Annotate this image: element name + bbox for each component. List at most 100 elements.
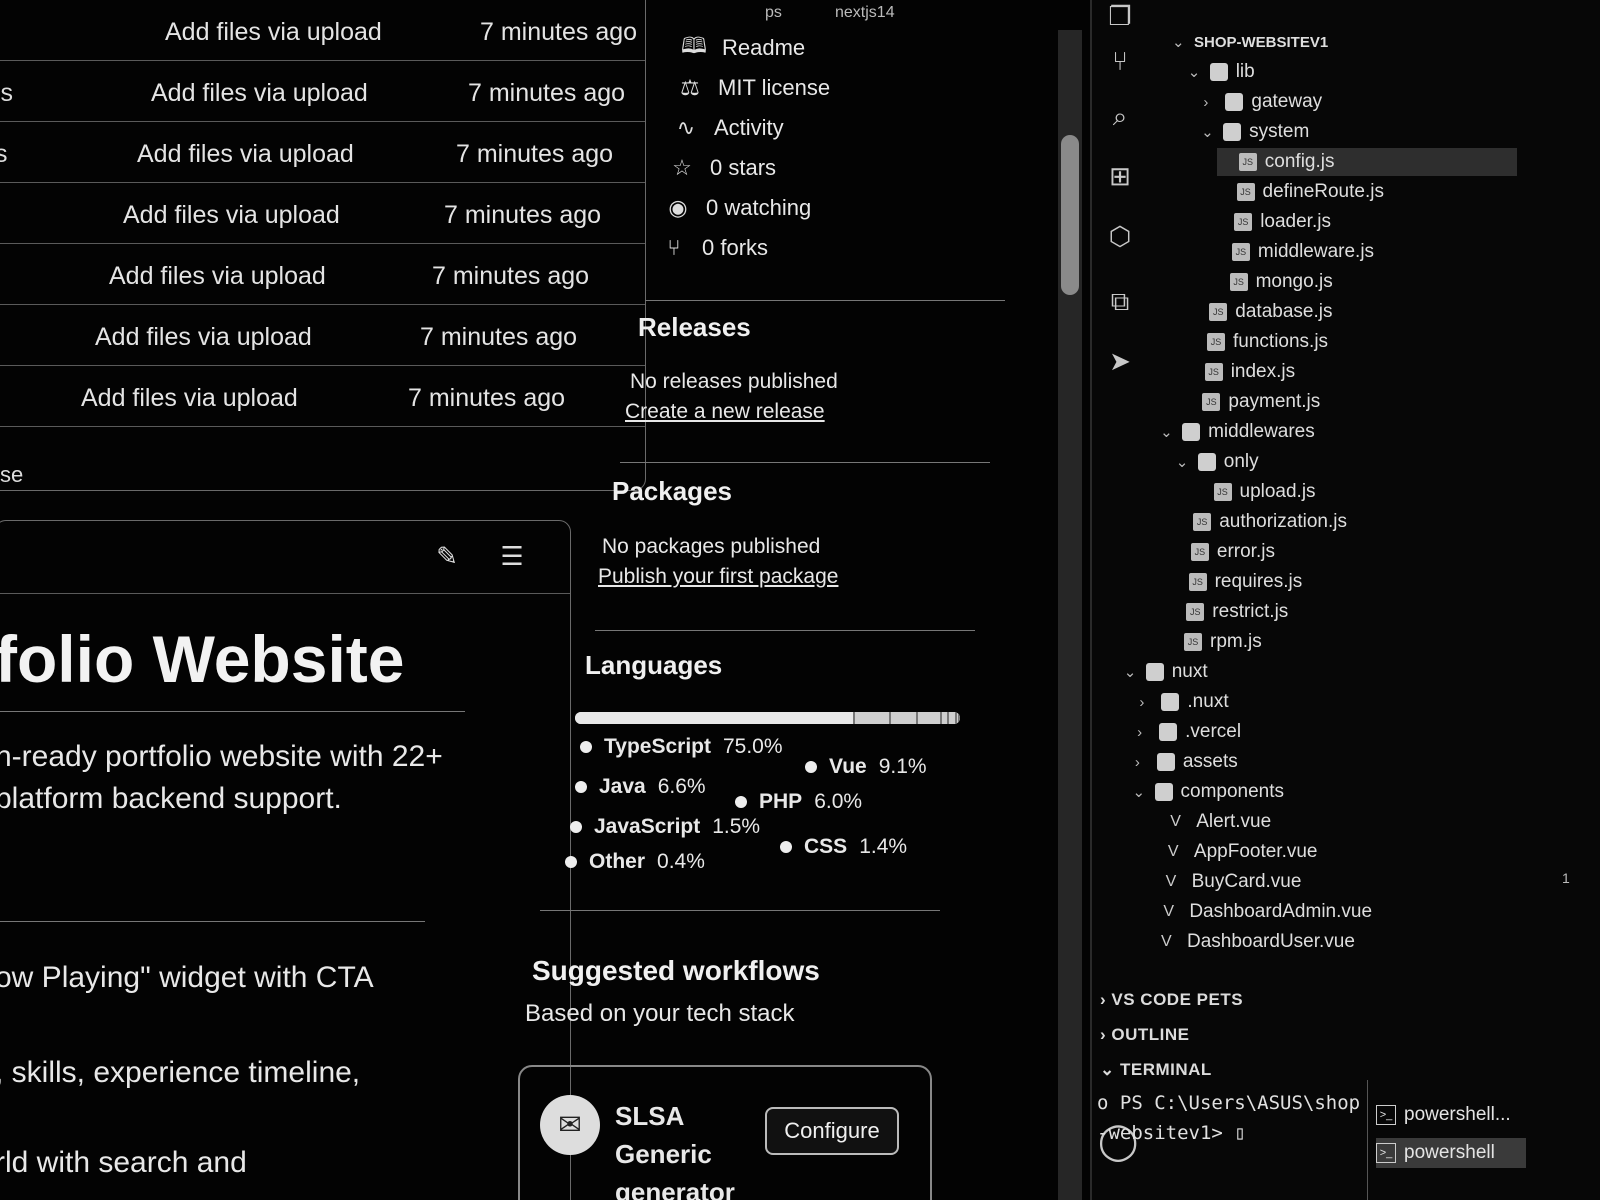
about-item[interactable]: 🕮 Readme bbox=[680, 30, 805, 66]
list-icon[interactable]: ☰ bbox=[495, 539, 529, 573]
remote-icon[interactable]: ⧉ bbox=[1104, 285, 1136, 317]
vscode-window: ❐ ⑂ ⌕ ⊞ ⬡ ⧉ ➤ ◯ ⌄ SHOP-WEBSITEV1 ⌄ lib › gateway ⌄ sys… bbox=[1090, 0, 1600, 1200]
language-item[interactable]: Vue 9.1% bbox=[805, 755, 927, 779]
create-release-link[interactable]: Create a new release bbox=[625, 400, 825, 424]
commit-message[interactable]: Add files via upload bbox=[123, 201, 340, 230]
folder-icon bbox=[1197, 453, 1216, 471]
search-icon[interactable]: ⌕ bbox=[1104, 100, 1136, 132]
page-scrollbar[interactable] bbox=[1058, 30, 1082, 1200]
commit-row[interactable]: Add files via upload 7 minutes ago bbox=[0, 305, 645, 366]
language-item[interactable]: TypeScript 75.0% bbox=[580, 735, 783, 759]
commit-message[interactable]: Add files via upload bbox=[165, 18, 382, 47]
folder-icon bbox=[1225, 93, 1244, 111]
commit-row[interactable]: Add files via upload 7 minutes ago bbox=[0, 366, 645, 427]
tree-file[interactable]: JS config.js bbox=[1216, 148, 1517, 176]
tree-file[interactable]: V DashboardUser.vue bbox=[1139, 928, 1355, 956]
chevron-down-icon: ⌄ bbox=[1132, 784, 1146, 801]
language-item[interactable]: Java 6.6% bbox=[575, 775, 706, 799]
about-item[interactable]: ∿ Activity bbox=[672, 110, 784, 146]
tree-folder[interactable]: ⌄ lib bbox=[1188, 58, 1255, 86]
language-item[interactable]: CSS 1.4% bbox=[780, 835, 907, 859]
configure-button[interactable]: Configure bbox=[765, 1107, 899, 1155]
about-item[interactable]: ☆ 0 stars bbox=[668, 150, 776, 186]
tree-folder[interactable]: ⌄ middlewares bbox=[1160, 418, 1315, 446]
tree-file[interactable]: JS authorization.js bbox=[1171, 508, 1347, 536]
tree-folder[interactable]: ⌄ components bbox=[1133, 778, 1285, 806]
tree-file[interactable]: V Alert.vue bbox=[1148, 808, 1271, 836]
tree-file[interactable]: V BuyCard.vue bbox=[1144, 868, 1302, 896]
tree-folder[interactable]: › gateway bbox=[1203, 88, 1322, 116]
language-bar-segment bbox=[855, 712, 892, 724]
top-label: nextjs14 bbox=[835, 4, 895, 21]
tree-folder[interactable]: ⌄ SHOP-WEBSITEV1 bbox=[1172, 28, 1328, 56]
tree-file[interactable]: JS restrict.js bbox=[1164, 598, 1288, 626]
panel-terminal[interactable]: ⌄ TERMINAL bbox=[1100, 1060, 1212, 1080]
tree-folder[interactable]: › .vercel bbox=[1137, 718, 1241, 746]
scrollbar-thumb[interactable] bbox=[1061, 135, 1079, 295]
tree-file[interactable]: JS requires.js bbox=[1167, 568, 1302, 596]
readme-feature-2: , skills, experience timeline, bbox=[0, 1056, 361, 1089]
commit-row[interactable]: Add files via upload 7 minutes ago bbox=[0, 183, 645, 244]
about-item[interactable]: ⚖ MIT license bbox=[676, 70, 830, 106]
tree-file[interactable]: JS database.js bbox=[1187, 298, 1332, 326]
packages-heading: Packages bbox=[612, 476, 732, 506]
tree-file[interactable]: JS defineRoute.js bbox=[1215, 178, 1384, 206]
commit-row[interactable]: Add files via upload 7 minutes ago bbox=[0, 244, 645, 305]
readme-panel: ✎ ☰ folio Website n-ready portfolio webs… bbox=[0, 520, 571, 1200]
tree-file[interactable]: JS error.js bbox=[1169, 538, 1275, 566]
tree-file[interactable]: V AppFooter.vue bbox=[1146, 838, 1318, 866]
tree-folder[interactable]: › .nuxt bbox=[1139, 688, 1228, 716]
pencil-icon[interactable]: ✎ bbox=[430, 539, 464, 573]
tree-item-label: lib bbox=[1235, 61, 1255, 82]
js-file-icon: JS bbox=[1236, 183, 1255, 201]
about-item[interactable]: ⑂ 0 forks bbox=[660, 230, 768, 266]
publish-package-link[interactable]: Publish your first package bbox=[598, 565, 838, 589]
panel-vs-code-pets[interactable]: › VS CODE PETS bbox=[1100, 990, 1243, 1010]
tree-file[interactable]: JS rpm.js bbox=[1162, 628, 1262, 656]
box-icon[interactable]: ⬡ bbox=[1104, 220, 1136, 252]
file-name[interactable]: s bbox=[0, 140, 8, 169]
commit-message[interactable]: Add files via upload bbox=[109, 262, 326, 291]
tree-item-label: error.js bbox=[1216, 541, 1275, 562]
panel-outline[interactable]: › OUTLINE bbox=[1100, 1025, 1190, 1045]
tree-folder[interactable]: ⌄ only bbox=[1176, 448, 1259, 476]
extensions-icon[interactable]: ⊞ bbox=[1104, 160, 1136, 192]
terminal-tab-active[interactable]: >_ powershell bbox=[1376, 1138, 1526, 1168]
tree-file[interactable]: JS payment.js bbox=[1180, 388, 1320, 416]
language-item[interactable]: Other 0.4% bbox=[565, 850, 705, 874]
js-file-icon: JS bbox=[1238, 153, 1257, 171]
readme-feature-1: ow Playing" widget with CTA bbox=[0, 961, 374, 994]
commit-row[interactable]: sAdd files via upload7 minutes ago bbox=[0, 122, 645, 183]
folder-icon bbox=[1145, 663, 1164, 681]
commit-message[interactable]: Add files via upload bbox=[81, 384, 298, 413]
language-item[interactable]: PHP 6.0% bbox=[735, 790, 862, 814]
send-icon[interactable]: ➤ bbox=[1104, 345, 1136, 377]
commit-message[interactable]: Add files via upload bbox=[151, 79, 368, 108]
source-control-icon[interactable]: ⑂ bbox=[1104, 45, 1136, 77]
tree-folder[interactable]: ⌄ nuxt bbox=[1124, 658, 1208, 686]
tree-folder[interactable]: ⌄ system bbox=[1201, 118, 1309, 146]
terminal-tab[interactable]: >_ powershell... bbox=[1376, 1100, 1511, 1130]
tree-folder[interactable]: › assets bbox=[1135, 748, 1238, 776]
language-item[interactable]: JavaScript 1.5% bbox=[570, 815, 760, 839]
commit-row[interactable]: Add files via upload 7 minutes ago bbox=[0, 0, 645, 61]
tree-file[interactable]: JS mongo.js bbox=[1208, 268, 1333, 296]
commit-row[interactable]: jsAdd files via upload7 minutes ago bbox=[0, 61, 645, 122]
tree-file[interactable]: V DashboardAdmin.vue bbox=[1141, 898, 1372, 926]
tree-item-label: middlewares bbox=[1208, 421, 1315, 442]
commit-message[interactable]: Add files via upload bbox=[137, 140, 354, 169]
tree-file[interactable]: JS index.js bbox=[1183, 358, 1295, 386]
about-item[interactable]: ◉ 0 watching bbox=[664, 190, 811, 226]
file-name[interactable]: js bbox=[0, 79, 13, 108]
tree-file[interactable]: JS loader.js bbox=[1212, 208, 1331, 236]
tree-item-label: assets bbox=[1182, 751, 1238, 772]
workflows-heading: Suggested workflows bbox=[532, 955, 820, 986]
tree-file[interactable]: JS upload.js bbox=[1192, 478, 1316, 506]
terminal-output[interactable]: o PS C:\Users\ASUS\shop -websitev1> ▯ bbox=[1097, 1088, 1360, 1148]
chevron-right-icon: › bbox=[1137, 723, 1143, 741]
tree-file[interactable]: JS middleware.js bbox=[1210, 238, 1374, 266]
commit-message[interactable]: Add files via upload bbox=[95, 323, 312, 352]
tree-file[interactable]: JS functions.js bbox=[1185, 328, 1328, 356]
panel-label: VS CODE PETS bbox=[1111, 990, 1244, 1009]
files-icon[interactable]: ❐ bbox=[1104, 0, 1136, 32]
